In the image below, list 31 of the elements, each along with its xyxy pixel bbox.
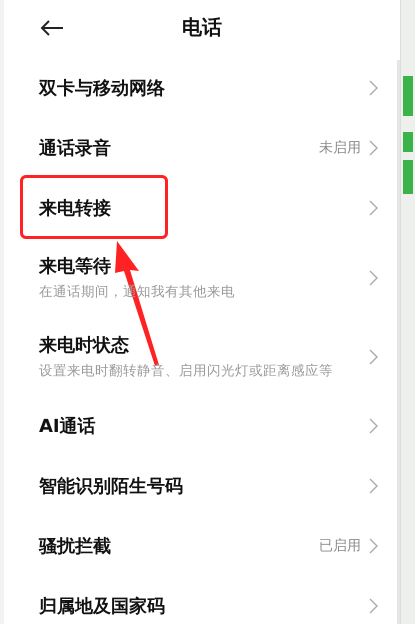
row-title: 智能识别陌生号码 [39,475,183,498]
row-title: AI通话 [39,415,96,438]
chevron-icon [369,270,378,286]
settings-row[interactable]: 通话录音 未启用 [4,118,400,178]
back-icon[interactable] [40,20,64,36]
settings-row[interactable]: 骚扰拦截 已启用 [4,516,400,576]
status-value: 已启用 [319,537,361,555]
page-title: 电话 [182,14,222,40]
settings-row[interactable]: 智能识别陌生号码 [4,456,400,516]
row-title: 来电等待 [39,255,111,278]
row-title: 双卡与移动网络 [39,77,165,100]
row-title: 来电转接 [39,197,111,220]
chevron-icon [369,418,378,434]
chevron-icon [369,140,378,156]
settings-row[interactable]: 来电时状态 设置来电时翻转静音、启用闪光灯或距离感应等 [4,317,400,396]
row-title: 骚扰拦截 [39,535,111,558]
row-title: 来电时状态 [39,334,129,357]
row-subtitle: 设置来电时翻转静音、启用闪光灯或距离感应等 [39,362,333,380]
chevron-icon [369,200,378,216]
chevron-icon [369,478,378,494]
chevron-icon [369,348,378,364]
settings-row[interactable]: 来电转接 [4,178,400,238]
settings-row[interactable]: AI通话 [4,396,400,456]
chevron-icon [369,538,378,554]
settings-row[interactable]: 归属地及国家码 [4,576,400,624]
settings-row[interactable]: 双卡与移动网络 [4,58,400,118]
status-value: 未启用 [319,139,361,157]
row-title: 通话录音 [39,137,111,160]
chevron-icon [369,80,378,96]
chevron-icon [369,598,378,614]
row-title: 归属地及国家码 [39,595,165,618]
